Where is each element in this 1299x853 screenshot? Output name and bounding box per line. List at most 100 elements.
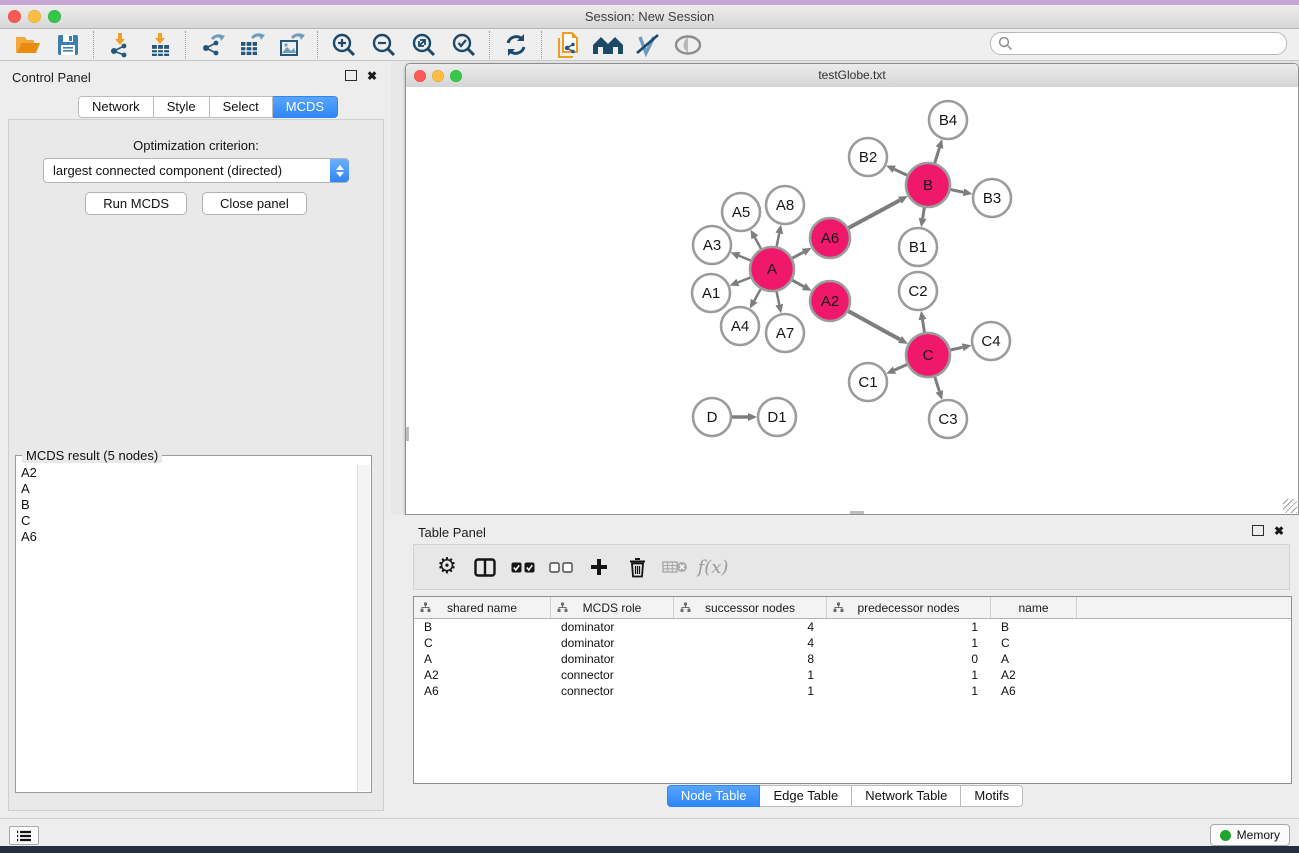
network-window-titlebar[interactable]: testGlobe.txt (406, 64, 1298, 88)
table-cell[interactable]: A2 (414, 667, 551, 683)
float-table-panel-icon[interactable] (1252, 525, 1264, 536)
result-list-item[interactable]: B (17, 497, 358, 513)
export-image-button[interactable] (272, 30, 312, 60)
result-list-item[interactable]: A6 (17, 529, 358, 545)
optimization-criterion-select[interactable]: largest connected component (directed) (43, 158, 349, 183)
table-cell[interactable]: 4 (674, 619, 827, 635)
home-button[interactable] (588, 30, 628, 60)
tab-network-table[interactable]: Network Table (852, 785, 961, 807)
edge-B-B3[interactable] (951, 190, 964, 193)
delete-row-button[interactable] (618, 550, 656, 584)
table-cell[interactable]: B (414, 619, 551, 635)
zoom-selected-button[interactable] (444, 30, 484, 60)
table-row[interactable]: Adominator80A (414, 651, 1291, 667)
edge-A-A1[interactable] (738, 277, 751, 282)
table-cell[interactable]: dominator (551, 651, 674, 667)
table-cell[interactable]: A6 (414, 683, 551, 699)
add-row-button[interactable] (580, 550, 618, 584)
table-cell[interactable]: B (991, 619, 1077, 635)
result-list-item[interactable]: A2 (17, 465, 358, 481)
tab-motifs[interactable]: Motifs (961, 785, 1023, 807)
deselect-all-button[interactable] (542, 550, 580, 584)
export-network-button[interactable] (192, 30, 232, 60)
edge-A-A7[interactable] (777, 292, 780, 305)
table-cell[interactable]: A2 (991, 667, 1077, 683)
import-table-button[interactable] (140, 30, 180, 60)
network-canvas[interactable]: B4B2BB3A8A5A6B1A3AC2A1A2A4A7C4CC1DD1C3 (406, 87, 1298, 514)
edge-B-B4[interactable] (935, 148, 940, 163)
select-all-button[interactable] (504, 550, 542, 584)
table-cell[interactable]: C (414, 635, 551, 651)
minimize-window-button[interactable] (28, 10, 41, 23)
table-cell[interactable]: A6 (991, 683, 1077, 699)
edge-A2-C[interactable] (848, 311, 900, 339)
table-cell[interactable]: 8 (674, 651, 827, 667)
network-graph[interactable]: B4B2BB3A8A5A6B1A3AC2A1A2A4A7C4CC1DD1C3 (406, 87, 1298, 514)
edge-A6-B[interactable] (848, 200, 899, 228)
tab-edge-table[interactable]: Edge Table (760, 785, 852, 807)
table-cell[interactable]: 4 (674, 635, 827, 651)
network-window[interactable]: testGlobe.txt B4B2BB3A8A5A6B1A3AC2A1A2A4… (405, 63, 1299, 515)
result-list-item[interactable]: A (17, 481, 358, 497)
function-builder-button[interactable]: f(x) (694, 550, 732, 584)
canvas-vertical-scrollmark[interactable] (406, 427, 409, 441)
tab-node-table[interactable]: Node Table (667, 785, 761, 807)
table-cell[interactable]: 0 (827, 651, 991, 667)
open-session-button[interactable] (8, 30, 48, 60)
hide-details-button[interactable] (628, 30, 668, 60)
table-cell[interactable]: 1 (827, 683, 991, 699)
clone-network-button[interactable] (548, 30, 588, 60)
tab-mcds[interactable]: MCDS (273, 96, 338, 118)
table-row[interactable]: A6connector11A6 (414, 683, 1291, 699)
zoom-out-button[interactable] (364, 30, 404, 60)
mcds-result-list[interactable]: A2ABCA6 (17, 465, 358, 791)
table-row[interactable]: Cdominator41C (414, 635, 1291, 651)
edge-A-A8[interactable] (777, 233, 780, 246)
table-row[interactable]: A2connector11A2 (414, 667, 1291, 683)
refresh-button[interactable] (496, 30, 536, 60)
table-cell[interactable]: 1 (674, 683, 827, 699)
delete-table-button[interactable] (656, 550, 694, 584)
table-cell[interactable]: dominator (551, 619, 674, 635)
edge-C-C2[interactable] (922, 320, 924, 333)
resize-grip[interactable] (1283, 499, 1297, 513)
edge-C-C3[interactable] (935, 377, 939, 391)
save-session-button[interactable] (48, 30, 88, 60)
canvas-horizontal-scrollmark[interactable] (850, 511, 864, 514)
edge-B-B2[interactable] (894, 169, 907, 175)
run-mcds-button[interactable]: Run MCDS (85, 192, 187, 215)
table-cell[interactable]: connector (551, 667, 674, 683)
float-panel-icon[interactable] (345, 70, 357, 81)
show-columns-button[interactable] (466, 550, 504, 584)
table-row[interactable]: Bdominator41B (414, 619, 1291, 635)
close-table-panel-icon[interactable]: ✖ (1274, 526, 1284, 536)
table-cell[interactable]: A (991, 651, 1077, 667)
task-history-button[interactable] (9, 826, 39, 845)
edge-A-A2[interactable] (792, 280, 804, 286)
table-cell[interactable]: C (991, 635, 1077, 651)
column-header-name[interactable]: name (991, 597, 1077, 618)
result-list-item[interactable]: C (17, 513, 358, 529)
edge-A-A4[interactable] (754, 289, 761, 301)
table-cell[interactable]: connector (551, 683, 674, 699)
export-table-button[interactable] (232, 30, 272, 60)
close-network-button[interactable] (414, 70, 426, 82)
tab-style[interactable]: Style (154, 96, 210, 118)
column-header-predecessor-nodes[interactable]: predecessor nodes (827, 597, 991, 618)
zoom-network-button[interactable] (450, 70, 462, 82)
close-window-button[interactable] (8, 10, 21, 23)
edge-C-C4[interactable] (950, 347, 962, 350)
table-settings-button[interactable]: ⚙ (428, 550, 466, 584)
zoom-window-button[interactable] (48, 10, 61, 23)
column-header-MCDS-role[interactable]: MCDS role (551, 597, 674, 618)
import-network-button[interactable] (100, 30, 140, 60)
zoom-fit-button[interactable] (404, 30, 444, 60)
table-cell[interactable]: 1 (827, 667, 991, 683)
node-table[interactable]: shared nameMCDS rolesuccessor nodesprede… (413, 596, 1292, 784)
app-titlebar[interactable]: Session: New Session (0, 5, 1299, 29)
edge-A-A3[interactable] (739, 256, 751, 261)
eye-button[interactable] (668, 30, 708, 60)
edge-A-A6[interactable] (792, 252, 803, 258)
close-panel-icon[interactable]: ✖ (367, 71, 377, 81)
edge-A-A5[interactable] (755, 237, 761, 248)
